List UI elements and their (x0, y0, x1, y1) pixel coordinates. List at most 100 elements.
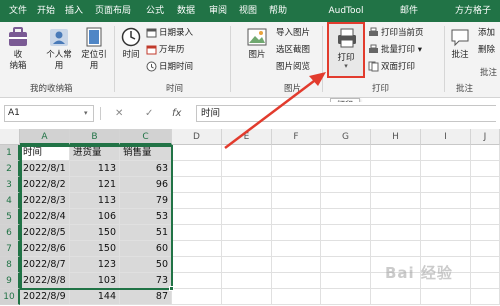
confirm-icon[interactable]: ✓ (145, 105, 153, 122)
empty-cell[interactable] (371, 241, 421, 257)
empty-cell[interactable] (272, 225, 321, 241)
empty-cell[interactable] (371, 193, 421, 209)
tab-view[interactable]: 视图 (236, 0, 260, 22)
select-all-corner[interactable] (0, 129, 20, 145)
empty-cell[interactable] (222, 145, 272, 161)
empty-cell[interactable] (222, 161, 272, 177)
table-cell[interactable]: 2022/8/1 (20, 161, 70, 177)
print-current-page-button[interactable]: 打印当前页 (368, 26, 424, 41)
datetime-button[interactable]: 日期时间 (146, 60, 193, 75)
empty-cell[interactable] (421, 289, 471, 305)
empty-cell[interactable] (421, 161, 471, 177)
table-cell[interactable]: 113 (70, 193, 120, 209)
empty-cell[interactable] (222, 177, 272, 193)
empty-cell[interactable] (421, 145, 471, 161)
perpetual-calendar-button[interactable]: 万年历 (146, 43, 185, 58)
empty-cell[interactable] (222, 225, 272, 241)
empty-cell[interactable] (321, 289, 371, 305)
empty-cell[interactable] (471, 193, 500, 209)
area-screenshot-button[interactable]: 选区截图 (276, 43, 310, 58)
add-comment-button[interactable]: 添加 (478, 26, 495, 41)
column-header-a[interactable]: A (20, 129, 70, 145)
table-cell[interactable]: 51 (120, 225, 172, 241)
fill-handle[interactable] (169, 286, 174, 291)
table-cell[interactable]: 106 (70, 209, 120, 225)
empty-cell[interactable] (421, 225, 471, 241)
empty-cell[interactable] (471, 273, 500, 289)
empty-cell[interactable] (222, 193, 272, 209)
picture-view-button[interactable]: 图片阅览 (276, 60, 310, 75)
empty-cell[interactable] (222, 241, 272, 257)
table-cell[interactable]: 144 (70, 289, 120, 305)
empty-cell[interactable] (471, 177, 500, 193)
row-header-3[interactable]: 3 (0, 177, 20, 193)
empty-cell[interactable] (471, 145, 500, 161)
row-header-8[interactable]: 8 (0, 257, 20, 273)
empty-cell[interactable] (272, 273, 321, 289)
tab-home[interactable]: 开始 (32, 0, 60, 22)
table-cell[interactable]: 150 (70, 225, 120, 241)
table-cell[interactable]: 2022/8/7 (20, 257, 70, 273)
cancel-icon[interactable]: ✕ (115, 105, 123, 122)
function-icon[interactable]: fx (172, 105, 181, 122)
personal-common-button[interactable]: 个人常 用 (42, 26, 76, 72)
empty-cell[interactable] (222, 209, 272, 225)
collect-box-button[interactable]: 收 纳箱 (4, 26, 32, 72)
table-cell[interactable]: 79 (120, 193, 172, 209)
table-cell[interactable]: 87 (120, 289, 172, 305)
batch-print-button[interactable]: 批量打印 ▾ (368, 43, 422, 58)
row-header-4[interactable]: 4 (0, 193, 20, 209)
empty-cell[interactable] (321, 225, 371, 241)
empty-cell[interactable] (272, 257, 321, 273)
tab-mail[interactable]: 邮件 (396, 0, 422, 22)
column-header-h[interactable]: H (371, 129, 421, 145)
row-header-5[interactable]: 5 (0, 209, 20, 225)
table-header-cell[interactable]: 销售量 (120, 145, 172, 161)
column-header-i[interactable]: I (421, 129, 471, 145)
empty-cell[interactable] (471, 161, 500, 177)
table-cell[interactable]: 63 (120, 161, 172, 177)
empty-cell[interactable] (421, 177, 471, 193)
empty-cell[interactable] (272, 241, 321, 257)
print-button[interactable]: 打印 ▾ (327, 22, 365, 78)
table-cell[interactable]: 2022/8/3 (20, 193, 70, 209)
empty-cell[interactable] (321, 177, 371, 193)
row-header-9[interactable]: 9 (0, 273, 20, 289)
chevron-down-icon[interactable]: ▾ (84, 105, 88, 122)
column-header-g[interactable]: G (321, 129, 371, 145)
row-header-7[interactable]: 7 (0, 241, 20, 257)
empty-cell[interactable] (471, 209, 500, 225)
empty-cell[interactable] (421, 193, 471, 209)
empty-cell[interactable] (321, 145, 371, 161)
empty-cell[interactable] (421, 209, 471, 225)
column-header-e[interactable]: E (222, 129, 272, 145)
table-header-cell[interactable]: 进货量 (70, 145, 120, 161)
empty-cell[interactable] (172, 209, 222, 225)
tab-file[interactable]: 文件 (6, 0, 30, 22)
tab-fangfang[interactable]: 方方格子 (448, 0, 498, 22)
empty-cell[interactable] (272, 161, 321, 177)
empty-cell[interactable] (172, 177, 222, 193)
import-picture-button[interactable]: 导入图片 (276, 26, 310, 41)
table-cell[interactable]: 96 (120, 177, 172, 193)
table-cell[interactable]: 2022/8/5 (20, 225, 70, 241)
empty-cell[interactable] (172, 145, 222, 161)
date-entry-button[interactable]: 日期录入 (146, 26, 193, 41)
empty-cell[interactable] (222, 273, 272, 289)
tab-audtool[interactable]: AudTool (324, 0, 368, 22)
empty-cell[interactable] (371, 145, 421, 161)
tab-review[interactable]: 审阅 (206, 0, 230, 22)
table-cell[interactable]: 73 (120, 273, 172, 289)
empty-cell[interactable] (222, 257, 272, 273)
tab-page-layout[interactable]: 页面布局 (90, 0, 136, 22)
row-header-1[interactable]: 1 (0, 145, 20, 161)
table-cell[interactable]: 2022/8/4 (20, 209, 70, 225)
table-cell[interactable]: 50 (120, 257, 172, 273)
column-header-j[interactable]: J (471, 129, 500, 145)
tab-insert[interactable]: 插入 (62, 0, 86, 22)
column-header-f[interactable]: F (272, 129, 321, 145)
empty-cell[interactable] (272, 289, 321, 305)
tab-formulas[interactable]: 公式 (142, 0, 168, 22)
picture-button[interactable]: 图片 (244, 26, 270, 61)
empty-cell[interactable] (321, 241, 371, 257)
